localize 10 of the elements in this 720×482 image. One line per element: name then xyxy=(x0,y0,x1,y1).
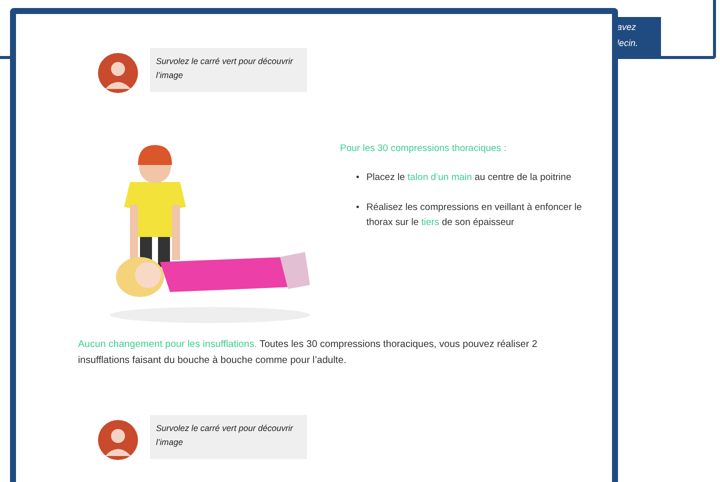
avatar-icon xyxy=(98,420,138,460)
hint-bubble: Survolez le carré vert pour découvrir l’image xyxy=(150,415,307,459)
instructions-heading: Pour les 30 compressions thoraciques : xyxy=(340,142,508,156)
avatar-icon xyxy=(98,53,138,93)
instruction-text: Placez le talon d’un main au centre de la poitrine xyxy=(366,171,572,185)
bullet-marker: • xyxy=(356,171,360,185)
hint-bubble: Survolez le carré vert pour découvrir l’image xyxy=(150,48,307,92)
insufflation-paragraph: Aucun changement pour les insufflations. Toutes les 30 compressions thoraciques, vous pouvez réaliser 2 insufflations faisant du bouche à bouche comme pour l’adulte. xyxy=(78,338,538,368)
bullet-marker: • xyxy=(356,201,360,215)
instruction-text: Réalisez les compressions en veillant à enfoncer le thorax sur le tiers de son épaisseur xyxy=(366,201,583,230)
